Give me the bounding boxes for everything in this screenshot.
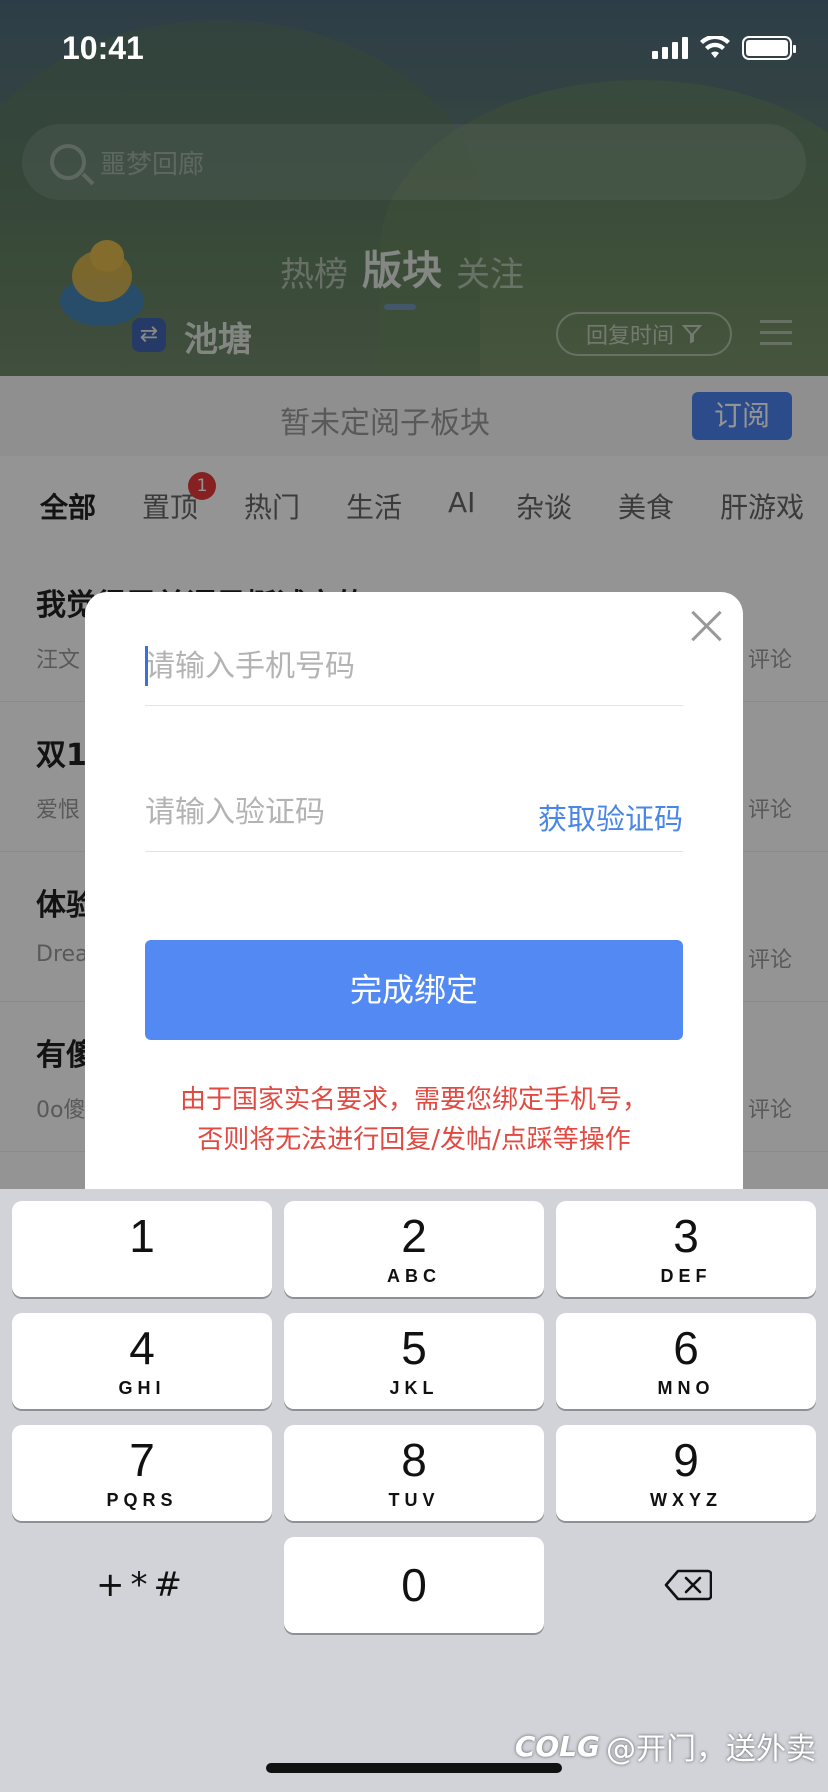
phone-input[interactable] <box>145 636 525 696</box>
key-digit: 1 <box>129 1210 155 1262</box>
key-9[interactable]: 9 WXYZ <box>556 1425 816 1521</box>
key-digit: 6 <box>673 1322 699 1374</box>
cellular-signal-icon <box>652 37 688 59</box>
key-letters: GHI <box>118 1378 166 1398</box>
real-name-notice: 由于国家实名要求，需要您绑定手机号， 否则将无法进行回复/发帖/点踩等操作 <box>85 1080 743 1160</box>
key-2[interactable]: 2 ABC <box>284 1201 544 1297</box>
numeric-keyboard: 1 2 ABC 3 DEF 4 GHI 5 JKL 6 MNO 7 PQRS 8… <box>0 1189 828 1792</box>
key-6[interactable]: 6 MNO <box>556 1313 816 1409</box>
key-digit: 9 <box>673 1434 699 1486</box>
key-digit: 7 <box>129 1434 155 1486</box>
watermark: COLG @开门，送外卖 <box>515 1724 816 1768</box>
text-cursor <box>145 646 148 686</box>
symbols-label: +*# <box>96 1565 188 1605</box>
key-symbols[interactable]: +*# <box>12 1537 272 1633</box>
get-code-button[interactable]: 获取验证码 <box>538 796 683 838</box>
key-0[interactable]: 0 <box>284 1537 544 1633</box>
key-letters: DEF <box>660 1266 712 1286</box>
battery-icon <box>742 36 796 60</box>
key-digit: 3 <box>673 1210 699 1262</box>
key-digit: 5 <box>401 1322 427 1374</box>
close-icon[interactable] <box>687 606 727 646</box>
key-digit: 0 <box>401 1559 427 1611</box>
complete-binding-button[interactable]: 完成绑定 <box>145 940 683 1040</box>
code-field[interactable]: 获取验证码 <box>145 782 683 852</box>
notice-line-1: 由于国家实名要求，需要您绑定手机号， <box>179 1085 648 1115</box>
key-letters: ABC <box>387 1266 441 1286</box>
code-input[interactable] <box>145 782 525 842</box>
status-icons <box>652 36 796 60</box>
key-digit: 8 <box>401 1434 427 1486</box>
key-delete[interactable] <box>556 1537 816 1633</box>
bind-phone-dialog: 获取验证码 完成绑定 由于国家实名要求，需要您绑定手机号， 否则将无法进行回复/… <box>85 592 743 1212</box>
colg-logo: COLG <box>514 1729 600 1763</box>
wifi-icon <box>700 36 730 58</box>
key-8[interactable]: 8 TUV <box>284 1425 544 1521</box>
watermark-text: @开门，送外卖 <box>606 1732 816 1767</box>
key-7[interactable]: 7 PQRS <box>12 1425 272 1521</box>
key-3[interactable]: 3 DEF <box>556 1201 816 1297</box>
key-letters: JKL <box>389 1378 439 1398</box>
key-digit: 4 <box>129 1322 155 1374</box>
key-digit: 2 <box>401 1210 427 1262</box>
phone-field[interactable] <box>145 636 683 706</box>
key-letters: TUV <box>388 1490 440 1510</box>
key-5[interactable]: 5 JKL <box>284 1313 544 1409</box>
key-4[interactable]: 4 GHI <box>12 1313 272 1409</box>
home-indicator[interactable] <box>266 1763 562 1773</box>
key-letters: MNO <box>657 1378 715 1398</box>
status-time: 10:41 <box>62 30 144 66</box>
backspace-icon <box>664 1569 712 1601</box>
key-letters: WXYZ <box>650 1490 722 1510</box>
status-bar: 10:41 <box>0 0 828 96</box>
key-1[interactable]: 1 <box>12 1201 272 1297</box>
key-letters: PQRS <box>106 1490 178 1510</box>
notice-line-2: 否则将无法进行回复/发帖/点踩等操作 <box>197 1125 631 1155</box>
